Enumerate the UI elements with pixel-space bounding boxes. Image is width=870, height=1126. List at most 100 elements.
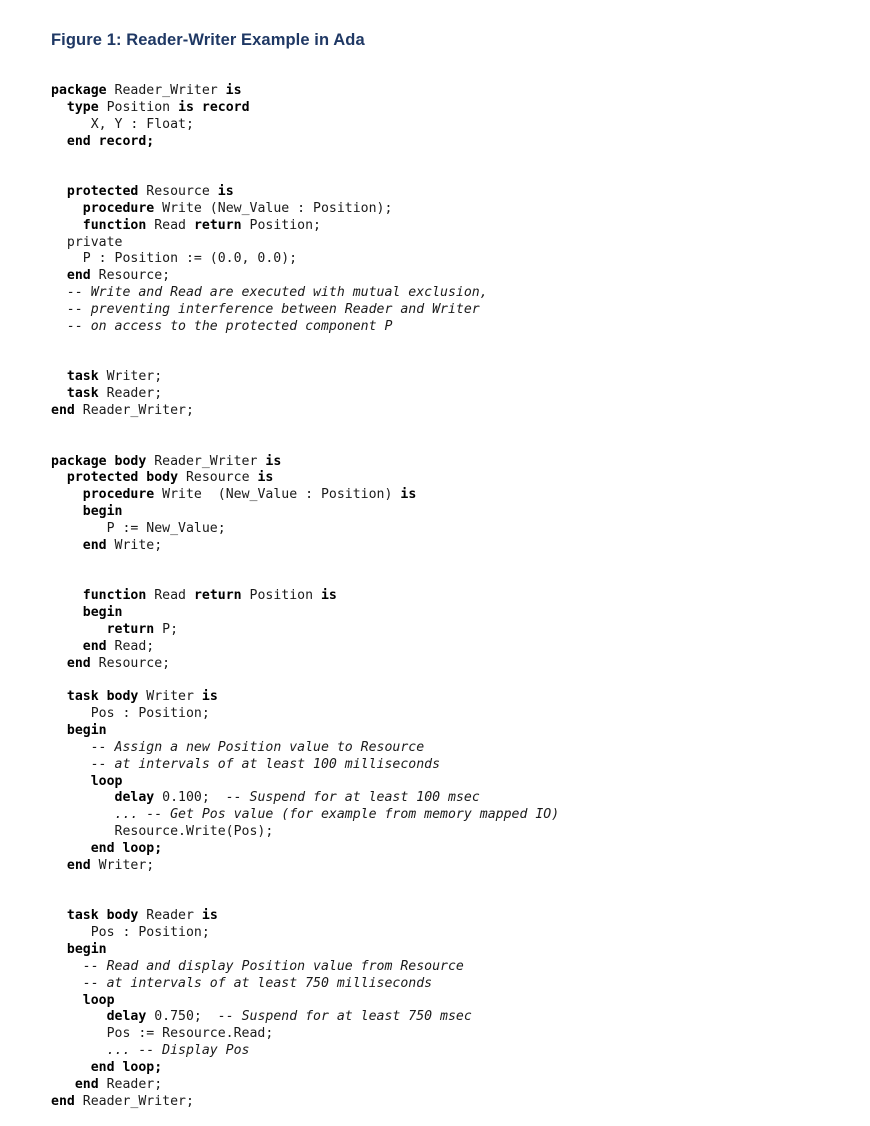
code-text: Reader;	[98, 386, 163, 402]
code-line: end record;	[51, 134, 841, 151]
code-keyword: delay	[106, 1009, 147, 1025]
code-line: end Resource;	[51, 268, 841, 285]
code-comment: -- preventing interference between Reade…	[66, 301, 480, 317]
code-comment: -- at intervals of at least 100 millisec…	[90, 756, 441, 772]
code-line: Resource.Write(Pos);	[51, 824, 841, 841]
code-text: Read;	[106, 638, 155, 654]
code-line: -- at intervals of at least 100 millisec…	[51, 757, 841, 774]
code-keyword: end	[66, 268, 91, 284]
code-text: Pos : Position;	[51, 706, 210, 722]
code-line: procedure Write (New_Value : Position);	[51, 201, 841, 218]
code-line: task body Writer is	[51, 689, 841, 706]
code-text: P;	[154, 622, 179, 637]
code-line: loop	[51, 774, 841, 791]
code-line: end Reader_Writer;	[51, 1094, 841, 1111]
code-text: Read	[146, 217, 194, 233]
code-line: type Position is record	[51, 100, 841, 117]
code-line: end Writer;	[51, 858, 841, 875]
code-line: -- Write and Read are executed with mutu…	[51, 285, 841, 302]
code-text: Pos := Resource.Read;	[51, 1026, 274, 1042]
code-comment: ... -- Get Pos value (for example from m…	[114, 807, 560, 823]
code-keyword: is	[201, 689, 218, 705]
code-line: delay 0.100; -- Suspend for at least 100…	[51, 790, 841, 807]
code-text: X, Y : Float;	[51, 116, 194, 132]
code-text: Position;	[241, 217, 321, 233]
code-text: Writer;	[98, 369, 163, 385]
code-text: Reader	[138, 908, 202, 924]
code-keyword: loop	[82, 992, 115, 1008]
code-comment: -- on access to the protected component …	[66, 318, 393, 334]
code-text: Reader;	[98, 1076, 163, 1092]
code-text: Writer;	[90, 857, 155, 873]
code-line: ... -- Display Pos	[51, 1043, 841, 1060]
code-text: Position	[241, 588, 321, 604]
code-line: end loop;	[51, 1060, 841, 1077]
code-text: P := New_Value;	[51, 520, 226, 536]
code-keyword: end loop;	[90, 840, 163, 856]
code-comment: -- at intervals of at least 750 millisec…	[82, 975, 433, 991]
figure-page: Figure 1: Reader-Writer Example in Ada p…	[0, 0, 870, 1126]
code-keyword: end	[82, 638, 107, 654]
code-comment: -- Suspend for at least 100 msec	[225, 790, 480, 806]
code-keyword: procedure	[82, 200, 155, 216]
code-text: Writer	[138, 689, 202, 705]
code-keyword: is	[400, 487, 417, 503]
code-comment: -- Suspend for at least 750 msec	[217, 1009, 472, 1025]
code-keyword: task body	[66, 908, 139, 924]
code-comment: -- Write and Read are executed with mutu…	[66, 285, 488, 301]
code-keyword: is	[225, 83, 242, 98]
code-line: -- Read and display Position value from …	[51, 959, 841, 976]
code-keyword: is	[265, 453, 282, 469]
code-line: -- at intervals of at least 750 millisec…	[51, 976, 841, 993]
code-line: -- Assign a new Position value to Resour…	[51, 740, 841, 757]
code-line: -- on access to the protected component …	[51, 319, 841, 336]
code-keyword: function	[82, 588, 147, 604]
code-keyword: end	[51, 403, 75, 419]
code-keyword: function	[82, 217, 147, 233]
code-keyword: begin	[82, 504, 123, 520]
code-text: Resource;	[90, 655, 171, 671]
code-keyword: protected body	[66, 470, 179, 486]
code-keyword: end	[51, 1093, 75, 1109]
code-comment: ... -- Display Pos	[106, 1043, 250, 1059]
code-line: begin	[51, 504, 841, 521]
code-text: Write (New_Value : Position);	[154, 200, 393, 216]
code-keyword: loop	[90, 773, 123, 789]
code-keyword: end record;	[66, 133, 155, 149]
code-line: -- preventing interference between Reade…	[51, 302, 841, 319]
code-line: private	[51, 235, 841, 252]
code-text: 0.100;	[154, 790, 226, 806]
code-keyword: delay	[114, 790, 155, 806]
code-text: private	[51, 234, 123, 250]
code-keyword: type	[66, 99, 99, 115]
